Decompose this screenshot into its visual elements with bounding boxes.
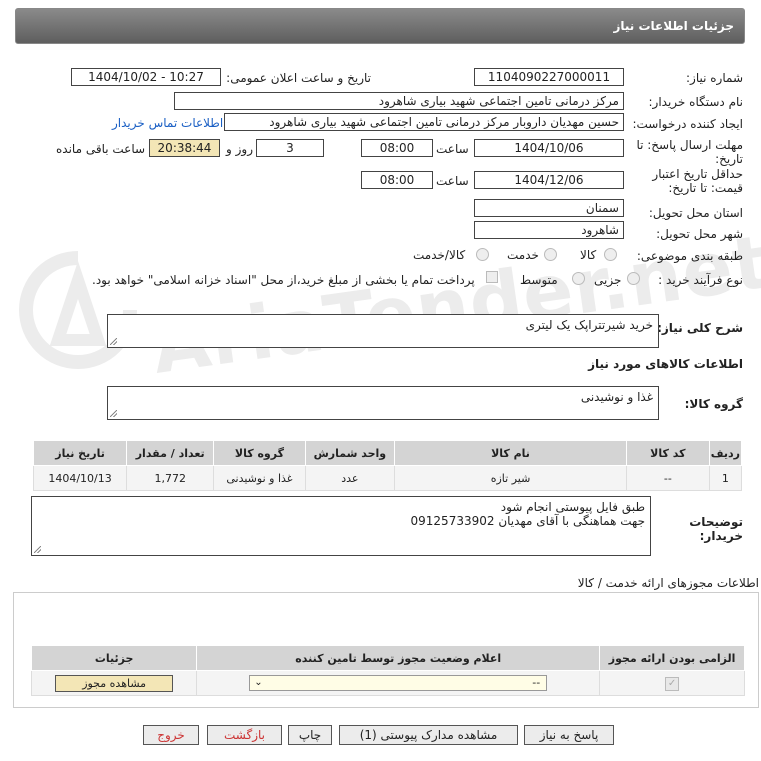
- remaining-label: ساعت باقی مانده: [56, 142, 146, 156]
- permits-title: اطلاعات مجوزهای ارائه خدمت / کالا: [577, 576, 759, 590]
- deadline-label-2: تاریخ:: [715, 152, 743, 166]
- description-textarea[interactable]: خرید شیرتتراپک یک لیتری: [107, 314, 659, 348]
- province-field: سمنان: [474, 199, 624, 217]
- attachments-button[interactable]: مشاهده مدارک پیوستی (1): [339, 725, 518, 745]
- city-field: شاهرود: [474, 221, 624, 239]
- col-header: واحد شمارش: [304, 440, 396, 466]
- col-header: گروه کالا: [213, 440, 306, 466]
- category-both-radio[interactable]: [476, 248, 489, 261]
- process-partial-label: جزیی: [594, 273, 622, 287]
- city-label: شهر محل تحویل:: [656, 227, 743, 241]
- need-number-field: 1104090227000011: [474, 68, 624, 86]
- check-icon: ✓: [665, 676, 680, 691]
- goods-group-textarea[interactable]: غذا و نوشیدنی: [107, 386, 659, 420]
- validity-time-label: ساعت: [436, 174, 469, 188]
- permits-table-header-row: الزامی بودن ارائه مجوز اعلام وضعیت مجوز …: [30, 645, 745, 671]
- deadline-date-field: 1404/10/06: [474, 139, 624, 157]
- back-button[interactable]: بازگشت: [207, 725, 282, 745]
- buyer-notes-textarea[interactable]: طبق فایل پیوستی انجام شود جهت هماهنگی با…: [31, 496, 651, 556]
- remaining-time-field: 20:38:44: [149, 139, 220, 157]
- col-header: ردیف: [708, 440, 743, 466]
- requester-field: حسین مهدیان داروبار مرکز درمانی تامین اج…: [224, 113, 624, 131]
- description-label: شرح کلی نیاز:: [657, 321, 743, 335]
- buyer-org-label: نام دستگاه خریدار:: [648, 95, 744, 109]
- category-service-radio[interactable]: [544, 248, 557, 261]
- validity-label-2: قیمت: تا تاریخ:: [668, 181, 743, 195]
- buyer-notes-label-2: خریدار:: [699, 529, 743, 543]
- validity-date-field: 1404/12/06: [474, 171, 624, 189]
- cell: 1404/10/13: [32, 465, 128, 491]
- category-service-label: خدمت: [507, 248, 539, 262]
- validity-label: حداقل تاریخ اعتبار: [652, 167, 743, 181]
- permit-status-cell: -- ⌄: [196, 670, 601, 696]
- print-button[interactable]: چاپ: [288, 725, 332, 745]
- need-number-label: شماره نیاز:: [686, 71, 743, 85]
- goods-group-label: گروه کالا:: [684, 397, 743, 411]
- treasury-checkbox[interactable]: [486, 271, 498, 283]
- category-goods-label: کالا: [580, 248, 597, 262]
- resize-grip-icon[interactable]: [110, 410, 117, 417]
- col-header: جزئیات: [30, 645, 198, 671]
- permits-table: الزامی بودن ارائه مجوز اعلام وضعیت مجوز …: [30, 645, 745, 696]
- payment-note: پرداخت تمام یا بخشی از مبلغ خرید،از محل …: [92, 273, 475, 287]
- announce-field: 1404/10/02 - 10:27: [71, 68, 221, 86]
- buyer-org-field: مرکز درمانی تامین اجتماعی شهید بیاری شاه…: [174, 92, 624, 110]
- permit-status-select[interactable]: -- ⌄: [249, 675, 548, 691]
- cell: غذا و نوشیدنی: [213, 465, 306, 491]
- goods-table: ردیف کد کالا نام کالا واحد شمارش گروه کا…: [32, 440, 743, 491]
- permit-details-cell: مشاهده مجوز: [30, 670, 198, 696]
- page-header: جزئیات اطلاعات نیاز: [15, 8, 745, 44]
- chevron-down-icon: ⌄: [254, 677, 263, 688]
- deadline-time-field: 08:00: [361, 139, 433, 157]
- page-title: جزئیات اطلاعات نیاز: [613, 19, 734, 33]
- process-medium-label: متوسط: [520, 273, 558, 287]
- cell: 1: [708, 465, 743, 491]
- cell: شیر تازه: [394, 465, 627, 491]
- process-medium-radio[interactable]: [572, 272, 585, 285]
- watermark-logo: [19, 251, 137, 369]
- process-partial-radio[interactable]: [627, 272, 640, 285]
- days-label: روز و: [226, 142, 253, 156]
- province-label: استان محل تحویل:: [648, 206, 743, 220]
- process-label: نوع فرآیند خرید :: [658, 273, 743, 287]
- col-header: نام کالا: [394, 440, 627, 466]
- contact-info-link[interactable]: اطلاعات تماس خریدار: [112, 116, 223, 130]
- buyer-notes-label: توضیحات: [689, 515, 743, 529]
- resize-grip-icon[interactable]: [34, 546, 41, 553]
- category-goods-radio[interactable]: [604, 248, 617, 261]
- deadline-time-label: ساعت: [436, 142, 469, 156]
- cell: 1,772: [126, 465, 215, 491]
- table-row: 1 -- شیر تازه عدد غذا و نوشیدنی 1,772 14…: [32, 465, 743, 491]
- col-header: تعداد / مقدار: [126, 440, 215, 466]
- reply-button[interactable]: پاسخ به نیاز: [524, 725, 614, 745]
- requester-label: ایجاد کننده درخواست:: [632, 117, 743, 131]
- validity-time-field: 08:00: [361, 171, 433, 189]
- col-header: اعلام وضعیت مجوز توسط تامین کننده: [196, 645, 601, 671]
- announce-label: تاریخ و ساعت اعلان عمومی:: [226, 71, 371, 85]
- goods-info-title: اطلاعات کالاهای مورد نیاز: [588, 357, 743, 371]
- cell: عدد: [304, 465, 396, 491]
- days-field: 3: [256, 139, 324, 157]
- col-header: کد کالا: [625, 440, 710, 466]
- col-header: الزامی بودن ارائه مجوز: [599, 645, 745, 671]
- goods-table-header-row: ردیف کد کالا نام کالا واحد شمارش گروه کا…: [32, 440, 743, 466]
- exit-button[interactable]: خروج: [143, 725, 199, 745]
- permit-required-cell: ✓: [599, 670, 745, 696]
- category-label: طبقه بندی موضوعی:: [636, 249, 743, 263]
- table-row: ✓ -- ⌄ مشاهده مجوز: [30, 670, 745, 696]
- col-header: تاریخ نیاز: [32, 440, 128, 466]
- view-permit-button[interactable]: مشاهده مجوز: [55, 674, 174, 692]
- deadline-label: مهلت ارسال پاسخ: تا: [636, 138, 743, 152]
- category-both-label: کالا/خدمت: [413, 248, 466, 262]
- cell: --: [625, 465, 710, 491]
- resize-grip-icon[interactable]: [110, 338, 117, 345]
